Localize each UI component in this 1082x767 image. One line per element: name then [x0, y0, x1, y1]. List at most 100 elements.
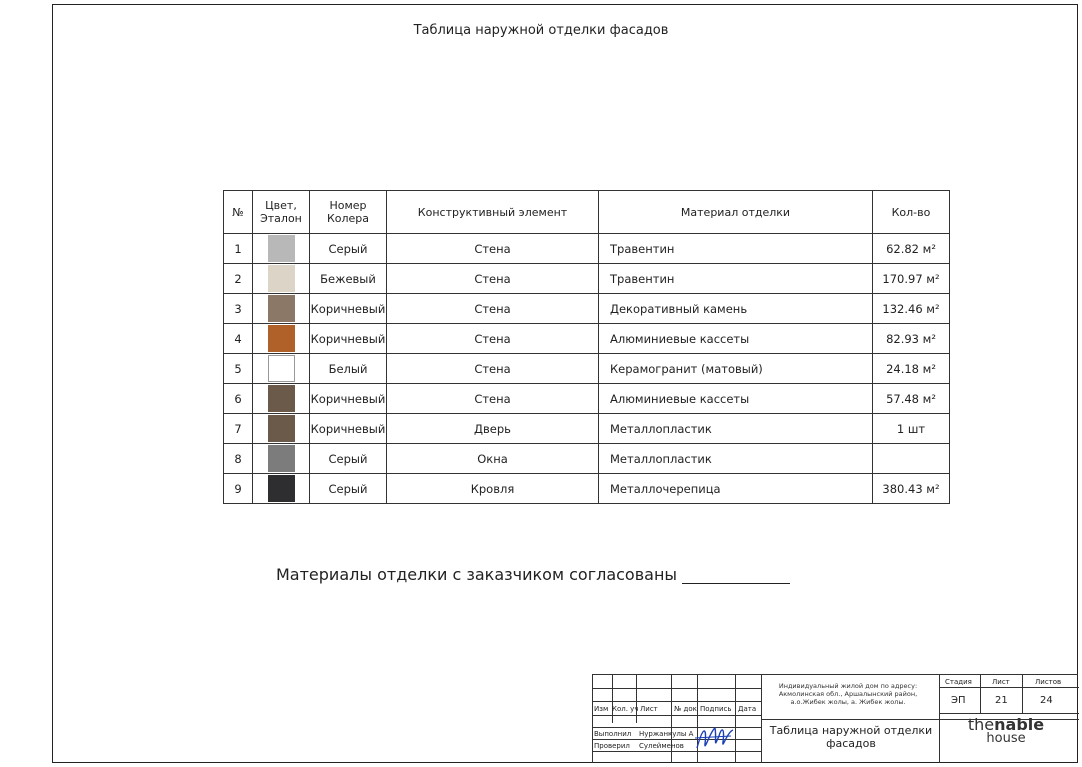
table-row: 4 Коричневый Стена Алюминиевые кассеты 82.93… [223, 323, 950, 354]
row-qty: 170.97 м² [872, 263, 950, 294]
table-row: 5 Белый Стена Керамогранит (матовый) 24.18 м… [223, 353, 950, 384]
tb-divider [939, 713, 1079, 714]
tb-sheets-value: 24 [1040, 695, 1053, 706]
header-code-line1: Номер [329, 199, 367, 212]
tb-col-podpis: Подпись [700, 705, 732, 713]
row-swatch-cell [252, 233, 310, 264]
row-material-cell: Алюминиевые кассеты [598, 323, 873, 354]
row-num: 3 [223, 293, 253, 324]
row-element: Дверь [386, 413, 599, 444]
row-element: Стена [386, 353, 599, 384]
table-header-row: № Цвет, Эталон Номер Колера Конструктивн… [223, 190, 950, 234]
color-swatch [267, 325, 295, 352]
row-color-name: Коричневый [309, 323, 387, 354]
row-element: Стена [386, 323, 599, 354]
row-num: 4 [223, 323, 253, 354]
header-code: Номер Колера [309, 190, 387, 234]
table-row: 8 Серый Окна Металлопластик [223, 443, 950, 474]
row-material-cell: Керамогранит (матовый) [598, 353, 873, 384]
tb-divider [593, 701, 761, 702]
tb-sheet-value: 21 [995, 695, 1008, 706]
row-qty [872, 443, 950, 474]
row-num: 1 [223, 233, 253, 264]
row-element: Стена [386, 263, 599, 294]
row-swatch-cell [252, 383, 310, 414]
header-material: Материал отделки [598, 190, 873, 234]
row-material: Травентин [610, 241, 675, 256]
tb-sheet-label: Лист [992, 678, 1010, 686]
row-num: 8 [223, 443, 253, 474]
table-row: 6 Коричневый Стена Алюминиевые кассеты 57.48… [223, 383, 950, 414]
header-num: № [223, 190, 253, 234]
color-swatch [267, 355, 295, 382]
color-swatch [267, 265, 295, 292]
row-swatch-cell [252, 263, 310, 294]
address-line-2: Акмолинская обл., Аршалынский район, [778, 690, 918, 698]
drawing-name-line-1: Таблица наружной отделки [769, 724, 933, 737]
header-qty: Кол-во [872, 190, 950, 234]
color-swatch [267, 415, 295, 442]
row-material-cell: Металлопластик [598, 413, 873, 444]
header-color-line1: Цвет, [265, 199, 297, 212]
row-material: Металлопластик [610, 421, 712, 436]
row-num: 5 [223, 353, 253, 384]
row-color-name: Белый [309, 353, 387, 384]
agreement-text: Материалы отделки с заказчиком согласова… [276, 565, 678, 584]
tb-role-checked: Проверил [594, 742, 630, 750]
row-qty: 57.48 м² [872, 383, 950, 414]
row-num: 6 [223, 383, 253, 414]
row-material: Декоративный камень [610, 301, 748, 316]
row-qty: 380.43 м² [872, 473, 950, 504]
color-swatch [267, 445, 295, 472]
tb-divider [593, 727, 761, 728]
tb-divider [980, 675, 981, 713]
tb-col-kol: Кол. уч [612, 705, 639, 713]
row-qty: 1 шт [872, 413, 950, 444]
row-color-name: Коричневый [309, 383, 387, 414]
row-qty: 132.46 м² [872, 293, 950, 324]
row-color-name: Бежевый [309, 263, 387, 294]
tb-col-izm: Изм [594, 705, 609, 713]
address-line-3: а.о.Жибек жолы, а. Жибек жолы. [790, 698, 906, 706]
row-color-name: Серый [309, 443, 387, 474]
drawing-name-line-2: фасадов [826, 737, 876, 750]
table-row: 1 Серый Стена Травентин 62.82 м² [223, 233, 950, 264]
tb-col-data: Дата [738, 705, 757, 713]
row-num: 9 [223, 473, 253, 504]
row-material: Травентин [610, 271, 675, 286]
signature-line [682, 567, 791, 584]
drawing-name: Таблица наружной отделки фасадов [762, 724, 940, 750]
tb-divider [593, 739, 761, 740]
row-swatch-cell [252, 413, 310, 444]
finish-table: № Цвет, Эталон Номер Колера Конструктивн… [223, 190, 950, 504]
row-material-cell: Травентин [598, 263, 873, 294]
sheet-title: Таблица наружной отделки фасадов [413, 23, 669, 38]
header-code-line2: Колера [326, 212, 370, 225]
row-element: Кровля [386, 473, 599, 504]
row-color-name: Коричневый [309, 293, 387, 324]
handwritten-signature [694, 726, 734, 749]
table-row: 2 Бежевый Стена Травентин 170.97 м² [223, 263, 950, 294]
header-color-line2: Эталон [260, 212, 302, 225]
tb-stage-value: ЭП [951, 695, 966, 706]
color-swatch [267, 475, 295, 502]
tb-stage-label: Стадия [945, 678, 972, 686]
tb-divider [593, 715, 761, 716]
tb-divider [593, 751, 761, 752]
row-material: Металлочерепица [610, 481, 721, 496]
row-swatch-cell [252, 353, 310, 384]
address-line-1: Индивидуальный жилой дом по адресу: [778, 682, 918, 690]
color-swatch [267, 295, 295, 322]
color-swatch [267, 235, 295, 262]
row-swatch-cell [252, 443, 310, 474]
row-material: Алюминиевые кассеты [610, 331, 750, 346]
project-address: Индивидуальный жилой дом по адресу: Акмо… [762, 682, 934, 706]
row-element: Стена [386, 293, 599, 324]
row-material-cell: Металлопластик [598, 443, 873, 474]
row-qty: 82.93 м² [872, 323, 950, 354]
row-num: 7 [223, 413, 253, 444]
tb-divider [593, 688, 761, 689]
row-qty: 24.18 м² [872, 353, 950, 384]
row-swatch-cell [252, 293, 310, 324]
company-logo: thenable house [958, 717, 1054, 746]
